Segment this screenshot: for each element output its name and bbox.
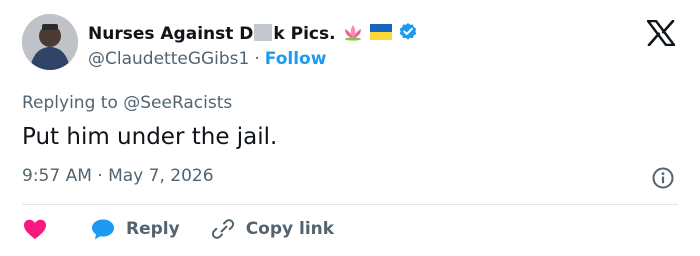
like-button[interactable] bbox=[22, 215, 52, 243]
redaction-block bbox=[254, 24, 273, 41]
tweet-text: Put him under the jail. bbox=[22, 124, 278, 150]
author-handle[interactable]: @ClaudetteGGibs1 bbox=[88, 49, 249, 69]
heart-icon bbox=[24, 219, 46, 239]
follow-button[interactable]: Follow bbox=[265, 49, 327, 69]
author-name-row: Nurses Against Dk Pics. bbox=[88, 21, 418, 47]
divider bbox=[22, 204, 678, 205]
reply-bubble-icon bbox=[92, 219, 114, 240]
author-handle-row: @ClaudetteGGibs1 · Follow bbox=[88, 48, 326, 70]
copy-link-label: Copy link bbox=[245, 219, 335, 239]
avatar[interactable] bbox=[22, 14, 78, 70]
reply-button[interactable]: Reply bbox=[90, 217, 180, 241]
reply-label: Reply bbox=[126, 219, 180, 239]
replying-to-label[interactable]: Replying to @SeeRacists bbox=[22, 93, 232, 113]
lotus-emoji bbox=[342, 23, 364, 45]
x-logo-icon[interactable] bbox=[646, 19, 676, 47]
separator-dot: · bbox=[254, 49, 260, 69]
tweet-timestamp[interactable]: 9:57 AM · May 7, 2026 bbox=[22, 166, 214, 186]
link-icon bbox=[211, 219, 234, 239]
author-display-name[interactable]: Nurses Against Dk Pics. bbox=[88, 24, 336, 44]
info-icon[interactable] bbox=[651, 166, 675, 190]
ukraine-flag-emoji bbox=[369, 24, 392, 44]
action-bar: Reply Copy link bbox=[22, 215, 334, 243]
verified-badge-icon bbox=[398, 22, 418, 46]
copy-link-button[interactable]: Copy link bbox=[210, 217, 334, 241]
